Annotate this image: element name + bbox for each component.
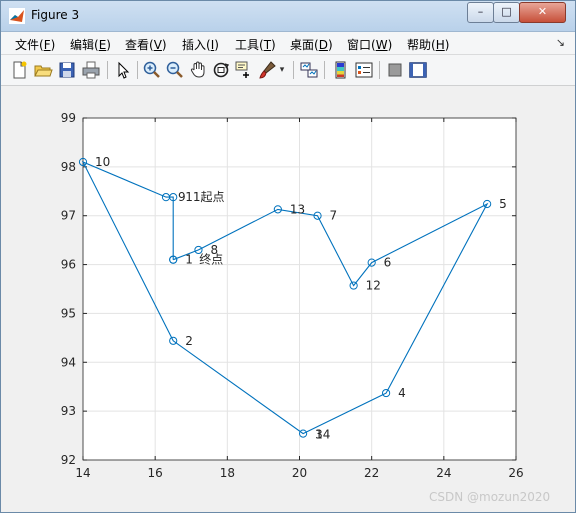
rotate-3d-icon[interactable] [211, 60, 231, 80]
point-label: 1 [185, 253, 193, 267]
x-tick-label: 14 [75, 466, 90, 480]
point-label: 8 [210, 243, 218, 257]
y-tick-label: 95 [61, 306, 76, 320]
window-title: Figure 3 [31, 8, 80, 22]
y-tick-label: 99 [61, 111, 76, 125]
toolbar-separator [107, 61, 108, 79]
new-figure-icon[interactable] [9, 60, 29, 80]
close-button[interactable]: ✕ [519, 2, 566, 23]
point-label: 10 [95, 155, 110, 169]
x-tick-label: 18 [220, 466, 235, 480]
print-icon[interactable] [81, 60, 101, 80]
brush-icon[interactable] [257, 60, 277, 80]
y-tick-label: 98 [61, 160, 76, 174]
toolbar-separator [379, 61, 380, 79]
figure-toolbar: ▾ [1, 55, 575, 86]
y-tick-label: 92 [61, 453, 76, 467]
legend-icon[interactable] [354, 60, 374, 80]
plot-svg: 14 16 18 20 22 24 2692939495969798991 终点2314456… [61, 111, 524, 480]
y-tick-label: 93 [61, 404, 76, 418]
menu-bar: 文件(F) 编辑(E) 查看(V) 插入(I) 工具(T) 桌面(D) 窗口(W… [1, 32, 575, 55]
link-plot-icon[interactable] [299, 60, 319, 80]
menu-help[interactable]: 帮助(H) [407, 36, 449, 53]
menu-tools[interactable]: 工具(T) [235, 36, 276, 53]
x-tick-label: 22 [364, 466, 379, 480]
menu-window[interactable]: 窗口(W) [347, 36, 392, 53]
menu-file[interactable]: 文件(F) [15, 36, 55, 53]
x-tick-label: 26 [508, 466, 523, 480]
minimize-button[interactable]: – [467, 2, 494, 23]
dock-arrow-icon[interactable]: ↘ [556, 36, 565, 49]
point-label: 14 [315, 428, 330, 442]
brush-dropdown-icon[interactable]: ▾ [277, 60, 287, 80]
select-pointer-icon[interactable] [113, 60, 133, 80]
open-file-icon[interactable] [33, 60, 53, 80]
y-tick-label: 94 [61, 355, 76, 369]
zoom-out-icon[interactable] [165, 60, 185, 80]
menu-edit[interactable]: 编辑(E) [70, 36, 111, 53]
point-label: 6 [384, 256, 392, 270]
pan-hand-icon[interactable] [188, 60, 208, 80]
figure-window: Figure 3 – □ ✕ 文件(F) 编辑(E) 查看(V) 插入(I) 工… [0, 0, 576, 513]
point-label: 7 [330, 209, 338, 223]
zoom-in-icon[interactable] [142, 60, 162, 80]
point-label: 5 [499, 197, 507, 211]
save-icon[interactable] [57, 60, 77, 80]
hide-plot-tools-icon[interactable] [385, 60, 405, 80]
point-label: 11起点 [185, 190, 224, 204]
point-label: 12 [366, 279, 381, 293]
menu-view[interactable]: 查看(V) [125, 36, 167, 53]
watermark-text: CSDN @mozun2020 [429, 490, 551, 504]
matlab-app-icon [9, 8, 25, 24]
point-label: 2 [185, 334, 193, 348]
title-bar[interactable]: Figure 3 – □ ✕ [1, 1, 575, 32]
y-tick-label: 97 [61, 209, 76, 223]
toolbar-separator [137, 61, 138, 79]
maximize-button[interactable]: □ [493, 2, 520, 23]
colorbar-icon[interactable] [331, 60, 351, 80]
menu-desktop[interactable]: 桌面(D) [290, 36, 333, 53]
point-label: 13 [290, 202, 305, 216]
toolbar-separator [324, 61, 325, 79]
data-cursor-icon[interactable] [234, 60, 254, 80]
figure-canvas: 14 16 18 20 22 24 26 92 93 94 95 96 97 98 99 1 终点 2 3 14 4 5 6… [1, 86, 575, 512]
x-tick-label: 16 [148, 466, 163, 480]
x-tick-label: 20 [292, 466, 307, 480]
x-tick-label: 24 [436, 466, 451, 480]
menu-insert[interactable]: 插入(I) [182, 36, 219, 53]
point-label: 4 [398, 386, 406, 400]
y-tick-label: 96 [61, 258, 76, 272]
show-plot-tools-icon[interactable] [408, 60, 428, 80]
toolbar-separator [293, 61, 294, 79]
